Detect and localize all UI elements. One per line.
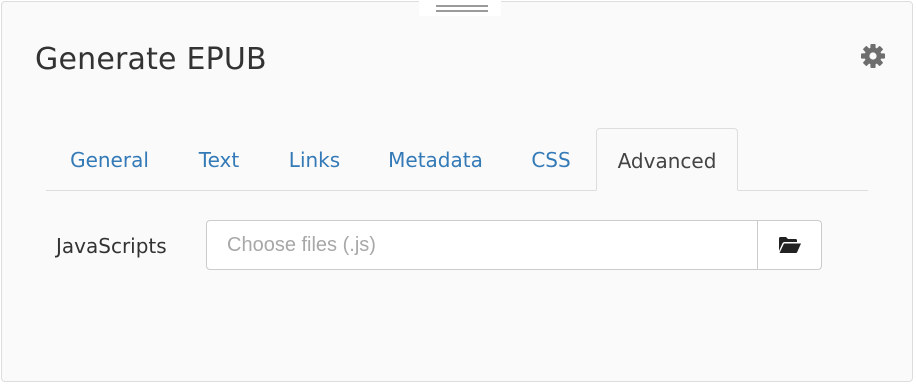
tab-metadata[interactable]: Metadata — [364, 128, 507, 190]
tab-general[interactable]: General — [46, 128, 173, 190]
gear-icon — [861, 44, 885, 68]
tab-advanced[interactable]: Advanced — [596, 128, 738, 191]
page-title: Generate EPUB — [35, 42, 267, 77]
tab-css[interactable]: CSS — [507, 128, 595, 190]
drag-handle-icon-line — [436, 10, 488, 12]
browse-files-button[interactable] — [757, 220, 822, 270]
javascripts-label: JavaScripts — [56, 234, 167, 258]
tab-bar: General Text Links Metadata CSS Advanced — [46, 128, 868, 191]
tab-general-label: General — [70, 148, 149, 172]
tab-css-label: CSS — [531, 148, 571, 172]
folder-open-icon — [778, 237, 801, 253]
tab-text-label: Text — [198, 148, 240, 172]
settings-button[interactable] — [859, 42, 887, 70]
drag-handle[interactable] — [419, 0, 501, 16]
tab-advanced-label: Advanced — [617, 149, 717, 173]
drag-handle-icon — [436, 5, 488, 7]
tab-links-label: Links — [288, 148, 341, 172]
tab-metadata-label: Metadata — [388, 148, 483, 172]
javascripts-file-input[interactable] — [206, 220, 758, 270]
tab-links[interactable]: Links — [265, 128, 364, 190]
tab-text[interactable]: Text — [173, 128, 265, 190]
